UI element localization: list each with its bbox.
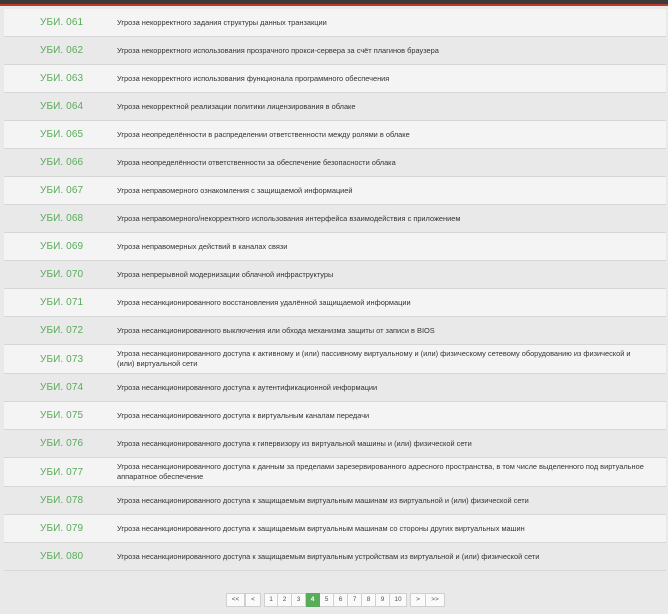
threat-title[interactable]: Угроза непрерывной модернизации облачной… bbox=[117, 270, 666, 280]
threat-row[interactable]: УБИ. 062 Угроза некорректного использован… bbox=[4, 37, 666, 65]
threat-row[interactable]: УБИ. 079 Угроза несанкционированного дост… bbox=[4, 515, 666, 543]
pagination-page-2[interactable]: 2 bbox=[278, 593, 292, 607]
pagination-page-5[interactable]: 5 bbox=[320, 593, 334, 607]
threat-row[interactable]: УБИ. 074 Угроза несанкционированного дост… bbox=[4, 374, 666, 402]
threat-title[interactable]: Угроза несанкционированного доступа к ау… bbox=[117, 383, 666, 393]
threat-code[interactable]: УБИ. 078 bbox=[4, 495, 117, 506]
threat-row[interactable]: УБИ. 061 Угроза некорректного задания стр… bbox=[4, 9, 666, 37]
threat-row[interactable]: УБИ. 072 Угроза несанкционированного выкл… bbox=[4, 317, 666, 345]
threat-row[interactable]: УБИ. 080 Угроза несанкционированного дост… bbox=[4, 543, 666, 571]
threat-row[interactable]: УБИ. 073 Угроза несанкционированного дост… bbox=[4, 345, 666, 374]
threat-title[interactable]: Угроза несанкционированного доступа к ви… bbox=[117, 411, 666, 421]
threat-row[interactable]: УБИ. 064 Угроза некорректной реализации п… bbox=[4, 93, 666, 121]
threat-row[interactable]: УБИ. 075 Угроза несанкционированного дост… bbox=[4, 402, 666, 430]
pagination-last-button[interactable]: >> bbox=[426, 593, 445, 607]
pagination-prev-button[interactable]: < bbox=[245, 593, 261, 607]
threat-row[interactable]: УБИ. 077 Угроза несанкционированного дост… bbox=[4, 458, 666, 487]
threat-title[interactable]: Угроза некорректной реализации политики … bbox=[117, 102, 666, 112]
threat-code[interactable]: УБИ. 069 bbox=[4, 241, 117, 252]
top-bar bbox=[0, 0, 668, 6]
threat-code[interactable]: УБИ. 068 bbox=[4, 213, 117, 224]
threat-code[interactable]: УБИ. 074 bbox=[4, 382, 117, 393]
pagination-page-8[interactable]: 8 bbox=[362, 593, 376, 607]
pagination-next-button[interactable]: > bbox=[410, 593, 426, 607]
threat-title[interactable]: Угроза неправомерного/некорректного испо… bbox=[117, 214, 666, 224]
threat-title[interactable]: Угроза несанкционированного выключения и… bbox=[117, 326, 666, 336]
threat-title[interactable]: Угроза несанкционированного доступа к за… bbox=[117, 496, 666, 506]
threat-row[interactable]: УБИ. 076 Угроза несанкционированного дост… bbox=[4, 430, 666, 458]
threat-title[interactable]: Угроза несанкционированного доступа к да… bbox=[117, 462, 666, 482]
threat-title[interactable]: Угроза неопределённости ответственности … bbox=[117, 158, 666, 168]
threat-title[interactable]: Угроза некорректного задания структуры д… bbox=[117, 18, 666, 28]
threat-code[interactable]: УБИ. 076 bbox=[4, 438, 117, 449]
pagination: << < 1 2 3 4 5 6 7 8 9 10 > >> bbox=[226, 593, 445, 607]
threat-code[interactable]: УБИ. 061 bbox=[4, 17, 117, 28]
threat-title[interactable]: Угроза несанкционированного доступа к за… bbox=[117, 552, 666, 562]
top-bar-accent-line bbox=[0, 4, 668, 6]
threat-code[interactable]: УБИ. 073 bbox=[4, 354, 117, 365]
pagination-page-6[interactable]: 6 bbox=[334, 593, 348, 607]
threat-row[interactable]: УБИ. 068 Угроза неправомерного/некорректн… bbox=[4, 205, 666, 233]
threat-row[interactable]: УБИ. 063 Угроза некорректного использован… bbox=[4, 65, 666, 93]
threat-row[interactable]: УБИ. 069 Угроза неправомерных действий в … bbox=[4, 233, 666, 261]
pagination-page-3[interactable]: 3 bbox=[292, 593, 306, 607]
threat-code[interactable]: УБИ. 072 bbox=[4, 325, 117, 336]
threat-title[interactable]: Угроза неопределённости в распределении … bbox=[117, 130, 666, 140]
threat-code[interactable]: УБИ. 062 bbox=[4, 45, 117, 56]
threat-row[interactable]: УБИ. 067 Угроза неправомерного ознакомлен… bbox=[4, 177, 666, 205]
pagination-page-1[interactable]: 1 bbox=[264, 593, 278, 607]
threat-title[interactable]: Угроза неправомерного ознакомления с защ… bbox=[117, 186, 666, 196]
threat-list: УБИ. 061 Угроза некорректного задания стр… bbox=[4, 9, 666, 571]
threat-code[interactable]: УБИ. 067 bbox=[4, 185, 117, 196]
threat-title[interactable]: Угроза некорректного использования функц… bbox=[117, 74, 666, 84]
threat-title[interactable]: Угроза неправомерных действий в каналах … bbox=[117, 242, 666, 252]
threat-title[interactable]: Угроза несанкционированного восстановлен… bbox=[117, 298, 666, 308]
threat-code[interactable]: УБИ. 075 bbox=[4, 410, 117, 421]
threat-title[interactable]: Угроза некорректного использования прозр… bbox=[117, 46, 666, 56]
threat-code[interactable]: УБИ. 065 bbox=[4, 129, 117, 140]
threat-row[interactable]: УБИ. 071 Угроза несанкционированного восс… bbox=[4, 289, 666, 317]
threat-code[interactable]: УБИ. 079 bbox=[4, 523, 117, 534]
threat-code[interactable]: УБИ. 080 bbox=[4, 551, 117, 562]
threat-row[interactable]: УБИ. 065 Угроза неопределённости в распре… bbox=[4, 121, 666, 149]
threat-row[interactable]: УБИ. 078 Угроза несанкционированного дост… bbox=[4, 487, 666, 515]
pagination-page-10[interactable]: 10 bbox=[390, 593, 407, 607]
threat-row[interactable]: УБИ. 070 Угроза непрерывной модернизации … bbox=[4, 261, 666, 289]
pagination-page-7[interactable]: 7 bbox=[348, 593, 362, 607]
pagination-page-9[interactable]: 9 bbox=[376, 593, 390, 607]
threat-code[interactable]: УБИ. 071 bbox=[4, 297, 117, 308]
threat-code[interactable]: УБИ. 063 bbox=[4, 73, 117, 84]
threat-code[interactable]: УБИ. 070 bbox=[4, 269, 117, 280]
threat-title[interactable]: Угроза несанкционированного доступа к за… bbox=[117, 524, 666, 534]
threat-title[interactable]: Угроза несанкционированного доступа к ги… bbox=[117, 439, 666, 449]
threat-row[interactable]: УБИ. 066 Угроза неопределённости ответств… bbox=[4, 149, 666, 177]
pagination-page-4[interactable]: 4 bbox=[306, 593, 320, 607]
threat-code[interactable]: УБИ. 066 bbox=[4, 157, 117, 168]
pagination-pages: 1 2 3 4 5 6 7 8 9 10 bbox=[264, 593, 407, 607]
threat-title[interactable]: Угроза несанкционированного доступа к ак… bbox=[117, 349, 666, 369]
threat-code[interactable]: УБИ. 077 bbox=[4, 467, 117, 478]
threat-code[interactable]: УБИ. 064 bbox=[4, 101, 117, 112]
pagination-first-button[interactable]: << bbox=[226, 593, 245, 607]
